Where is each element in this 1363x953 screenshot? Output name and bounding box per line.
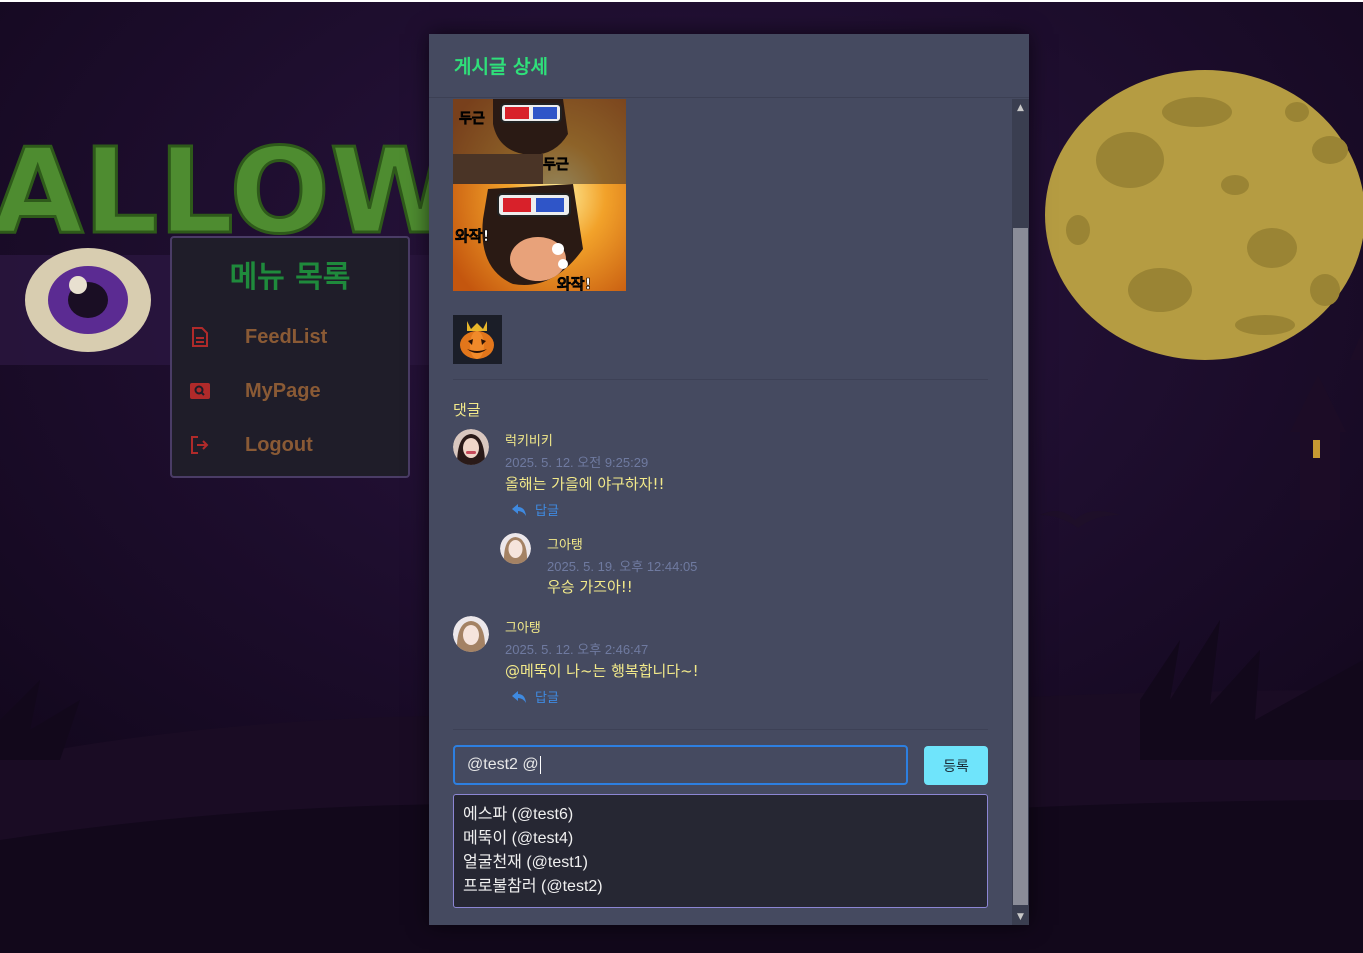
comment-text: @메뚝이 나~는 행복합니다~!	[505, 662, 699, 680]
avatar	[453, 429, 489, 465]
moon	[1045, 70, 1363, 360]
reply-arrow-icon	[512, 690, 526, 703]
reply-button[interactable]: 답글	[512, 500, 559, 519]
divider	[453, 379, 988, 380]
submit-button[interactable]: 등록	[924, 746, 988, 785]
divider	[453, 729, 988, 730]
comment-item: 럭키비키 2025. 5. 12. 오전 9:25:29 올해는 가을에 야구하…	[453, 429, 973, 519]
comment-time: 2025. 5. 19. 오후 12:44:05	[547, 559, 698, 574]
search-card-icon	[188, 379, 212, 403]
comments-title: 댓글	[453, 401, 481, 419]
image-caption: 두근	[543, 157, 569, 173]
post-image[interactable]: 두근 두근 와작! 와작!	[453, 99, 626, 291]
comment-text: 올해는 가을에 야구하자!!	[505, 475, 665, 493]
comment-author[interactable]: 그아탱	[547, 534, 583, 553]
post-detail-modal: 게시글 상세 두근 두근 와작! 와작! 댓글 럭키비키 2025. 5. 12…	[429, 34, 1029, 925]
menu-item-feedlist[interactable]: FeedList	[188, 319, 398, 355]
comment-item: 그아탱 2025. 5. 12. 오후 2:46:47 @메뚝이 나~는 행복합…	[453, 616, 973, 706]
scrollbar-thumb[interactable]	[1013, 228, 1028, 905]
scroll-down-icon[interactable]: ▼	[1012, 908, 1029, 925]
comment-reply-item: 그아탱 2025. 5. 19. 오후 12:44:05 우승 가즈아!!	[500, 533, 980, 603]
menu-item-label: Logout	[245, 433, 313, 456]
comment-text: 우승 가즈아!!	[547, 578, 633, 596]
modal-header: 게시글 상세	[429, 34, 1029, 98]
image-caption: 와작!	[455, 227, 489, 245]
pumpkin-thumbnail[interactable]	[453, 315, 502, 364]
scrollbar[interactable]: ▲ ▼	[1012, 99, 1029, 925]
logout-icon	[188, 433, 212, 457]
avatar	[500, 533, 531, 564]
menu-item-label: MyPage	[245, 379, 321, 402]
suggestion-item[interactable]: 에스파 (@test6)	[463, 803, 978, 827]
image-caption: 와작!	[557, 275, 591, 291]
scroll-up-icon[interactable]: ▲	[1012, 99, 1029, 116]
comment-input[interactable]: @test2 @	[453, 745, 908, 785]
menu-item-mypage[interactable]: MyPage	[188, 373, 398, 409]
comment-author[interactable]: 럭키비키	[505, 430, 553, 449]
suggestion-item[interactable]: 얼굴천재 (@test1)	[463, 851, 978, 875]
menu-item-label: FeedList	[245, 325, 328, 348]
avatar	[453, 616, 489, 652]
menu-item-logout[interactable]: Logout	[188, 427, 398, 463]
comment-author[interactable]: 그아탱	[505, 617, 541, 636]
reply-button[interactable]: 답글	[512, 687, 559, 706]
comment-input-value: @test2 @	[467, 756, 539, 774]
modal-body: 두근 두근 와작! 와작! 댓글 럭키비키 2025. 5. 12. 오전 9:…	[429, 99, 1012, 925]
side-menu: 메뉴 목록 FeedList MyPage Logout	[170, 236, 410, 478]
reply-label: 답글	[535, 691, 559, 706]
comment-time: 2025. 5. 12. 오후 2:46:47	[505, 642, 649, 657]
menu-title: 메뉴 목록	[229, 260, 351, 295]
suggestion-item[interactable]: 프로불참러 (@test2)	[463, 875, 978, 899]
text-caret	[539, 756, 541, 774]
suggestion-item[interactable]: 메뚝이 (@test4)	[463, 827, 978, 851]
mention-suggestions: 에스파 (@test6) 메뚝이 (@test4) 얼굴천재 (@test1) …	[453, 794, 988, 908]
image-caption: 두근	[459, 111, 485, 127]
comment-time: 2025. 5. 12. 오전 9:25:29	[505, 455, 649, 470]
reply-label: 답글	[535, 504, 559, 519]
reply-arrow-icon	[512, 503, 526, 516]
document-icon	[188, 325, 212, 349]
modal-title: 게시글 상세	[454, 56, 549, 78]
